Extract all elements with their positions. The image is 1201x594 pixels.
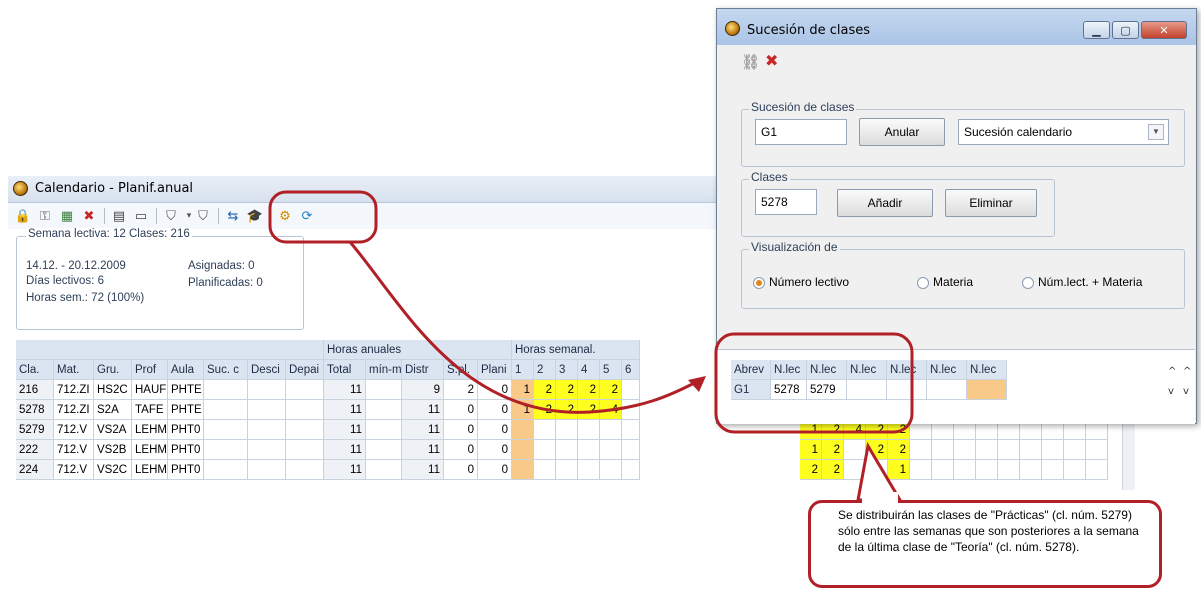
annotation-arrow	[348, 241, 701, 414]
callout-pointer-join	[862, 492, 898, 506]
table-highlight-ring	[714, 332, 914, 434]
callout-text: Se distribuirán las clases de "Prácticas…	[838, 508, 1139, 554]
toolbar-highlight-ring	[268, 190, 378, 244]
